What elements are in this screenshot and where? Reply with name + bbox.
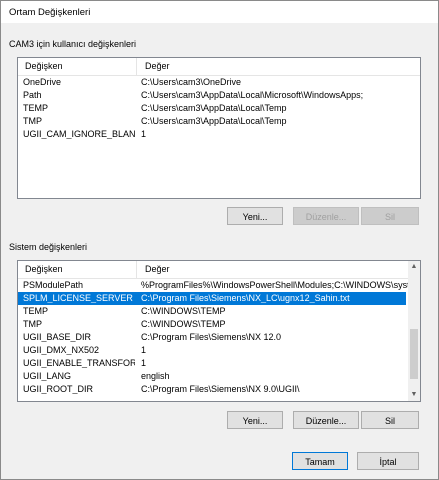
list-item[interactable]: UGII_DMX_NX502 1 — [18, 344, 406, 357]
variable-name: UGII_BASE_DIR — [23, 332, 92, 342]
variable-value: 1 — [141, 358, 147, 368]
list-item[interactable]: OneDrive C:\Users\cam3\OneDrive — [18, 76, 418, 89]
user-variables-group: CAM3 için kullanıcı değişkenleri Değişke… — [9, 39, 429, 235]
ok-button[interactable]: Tamam — [292, 452, 348, 470]
system-variables-list[interactable]: Değişken Değer PSModulePath %ProgramFile… — [17, 260, 421, 402]
window-title: Ortam Değişkenleri — [9, 7, 91, 18]
system-delete-button[interactable]: Sil — [361, 411, 419, 429]
user-variables-label: CAM3 için kullanıcı değişkenleri — [9, 39, 140, 49]
variable-value: C:\Program Files\Siemens\NX 9.0\UGII\ — [141, 384, 300, 394]
variable-value: 1 — [141, 345, 147, 355]
variable-value: C:\WINDOWS\TEMP — [141, 306, 226, 316]
list-item[interactable]: UGII_CAM_IGNORE_BLANK_... 1 — [18, 128, 418, 141]
list-item[interactable]: UGII_BASE_DIR C:\Program Files\Siemens\N… — [18, 331, 406, 344]
title-bar[interactable]: Ortam Değişkenleri — [1, 1, 438, 23]
user-new-button[interactable]: Yeni... — [227, 207, 283, 225]
list-item[interactable]: TMP C:\WINDOWS\TEMP — [18, 318, 406, 331]
list-item[interactable]: Path C:\Users\cam3\AppData\Local\Microso… — [18, 89, 418, 102]
column-header-variable[interactable]: Değişken — [25, 61, 63, 71]
variable-value: %ProgramFiles%\WindowsPowerShell\Modules… — [141, 280, 418, 290]
column-separator[interactable] — [136, 58, 137, 75]
system-new-button[interactable]: Yeni... — [227, 411, 283, 429]
variable-name: PSModulePath — [23, 280, 84, 290]
column-header-value[interactable]: Değer — [145, 61, 170, 71]
list-item[interactable]: TEMP C:\Users\cam3\AppData\Local\Temp — [18, 102, 418, 115]
variable-name: TMP — [23, 319, 42, 329]
variable-value: C:\Users\cam3\AppData\Local\Temp — [141, 103, 287, 113]
list-item[interactable]: UGII_ROOT_DIR C:\Program Files\Siemens\N… — [18, 383, 406, 396]
scrollbar-thumb[interactable] — [410, 329, 418, 379]
system-variables-label: Sistem değişkenleri — [9, 242, 91, 252]
down-arrow-icon[interactable]: ▼ — [408, 389, 420, 401]
list-item[interactable]: TEMP C:\WINDOWS\TEMP — [18, 305, 406, 318]
environment-variables-dialog: Ortam Değişkenleri CAM3 için kullanıcı d… — [0, 0, 439, 480]
variable-value: C:\Users\cam3\AppData\Local\Temp — [141, 116, 287, 126]
variable-name: UGII_LANG — [23, 371, 72, 381]
variable-name: SPLM_LICENSE_SERVER — [23, 293, 133, 303]
list-item[interactable]: TMP C:\Users\cam3\AppData\Local\Temp — [18, 115, 418, 128]
column-header-value[interactable]: Değer — [145, 264, 170, 274]
list-item[interactable]: UGII_ENABLE_TRANSFORM_... 1 — [18, 357, 406, 370]
variable-name: UGII_ENABLE_TRANSFORM_... — [23, 358, 135, 368]
user-variables-list[interactable]: Değişken Değer OneDrive C:\Users\cam3\On… — [17, 57, 421, 199]
variable-name: TEMP — [23, 103, 49, 113]
user-edit-button[interactable]: Düzenle... — [293, 207, 359, 225]
system-list-header: Değişken Değer — [18, 261, 408, 279]
variable-value: english — [141, 371, 170, 381]
variable-name: TEMP — [23, 306, 49, 316]
user-list-header: Değişken Değer — [18, 58, 420, 76]
system-variables-group: Sistem değişkenleri Değişken Değer PSMod… — [9, 242, 429, 438]
variable-value: C:\Users\cam3\OneDrive — [141, 77, 242, 87]
variable-value: C:\Program Files\Siemens\NX_LC\ugnx12_Sa… — [141, 293, 350, 303]
variable-value: C:\Program Files\Siemens\NX 12.0 — [141, 332, 282, 342]
column-header-variable[interactable]: Değişken — [25, 264, 63, 274]
system-edit-button[interactable]: Düzenle... — [293, 411, 359, 429]
variable-name: UGII_CAM_IGNORE_BLANK_... — [23, 129, 135, 139]
list-item[interactable]: PSModulePath %ProgramFiles%\WindowsPower… — [18, 279, 417, 292]
variable-name: UGII_DMX_NX502 — [23, 345, 100, 355]
vertical-scrollbar[interactable]: ▲ ▼ — [408, 261, 420, 401]
list-item[interactable]: UGII_LANG english — [18, 370, 406, 383]
variable-value: C:\Users\cam3\AppData\Local\Microsoft\Wi… — [141, 90, 364, 100]
variable-name: TMP — [23, 116, 42, 126]
user-delete-button[interactable]: Sil — [361, 207, 419, 225]
variable-name: OneDrive — [23, 77, 62, 87]
variable-value: 1 — [141, 129, 147, 139]
column-separator[interactable] — [136, 261, 137, 278]
up-arrow-icon[interactable]: ▲ — [408, 261, 420, 273]
variable-value: C:\WINDOWS\TEMP — [141, 319, 226, 329]
variable-name: Path — [23, 90, 42, 100]
list-item-selected[interactable]: SPLM_LICENSE_SERVER C:\Program Files\Sie… — [18, 292, 406, 305]
variable-name: UGII_ROOT_DIR — [23, 384, 94, 394]
cancel-button[interactable]: İptal — [357, 452, 419, 470]
